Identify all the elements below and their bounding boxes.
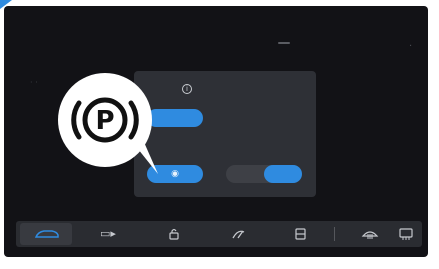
parking-brake-icon: P xyxy=(71,97,139,143)
front-defrost-icon[interactable] xyxy=(358,226,382,242)
parking-brake-selected-button[interactable]: ◉ xyxy=(147,165,203,183)
side-mark: · · xyxy=(30,78,38,87)
wiper-icon[interactable] xyxy=(226,226,250,242)
trunk-icon[interactable]: ▭▸ xyxy=(96,226,120,242)
door-icon[interactable] xyxy=(288,226,312,242)
bottom-control-bar: ▭▸ xyxy=(16,221,422,247)
auto-hold-toggle[interactable] xyxy=(226,165,302,183)
car-button[interactable] xyxy=(20,223,72,245)
parking-brake-callout: P xyxy=(58,73,152,167)
toggle-knob xyxy=(264,165,302,183)
parking-brake-card: i ◉ xyxy=(134,71,316,197)
status-dot-icon: · xyxy=(409,41,413,52)
lock-icon[interactable] xyxy=(162,226,186,242)
header-dash xyxy=(278,42,290,44)
bar-divider xyxy=(334,227,335,241)
car-icon xyxy=(34,230,59,238)
info-icon[interactable]: i xyxy=(182,84,192,94)
parking-letter: P xyxy=(95,106,114,136)
parking-small-icon: ◉ xyxy=(171,169,179,179)
rear-defrost-icon[interactable] xyxy=(394,226,418,242)
parking-brake-button[interactable] xyxy=(147,109,203,127)
